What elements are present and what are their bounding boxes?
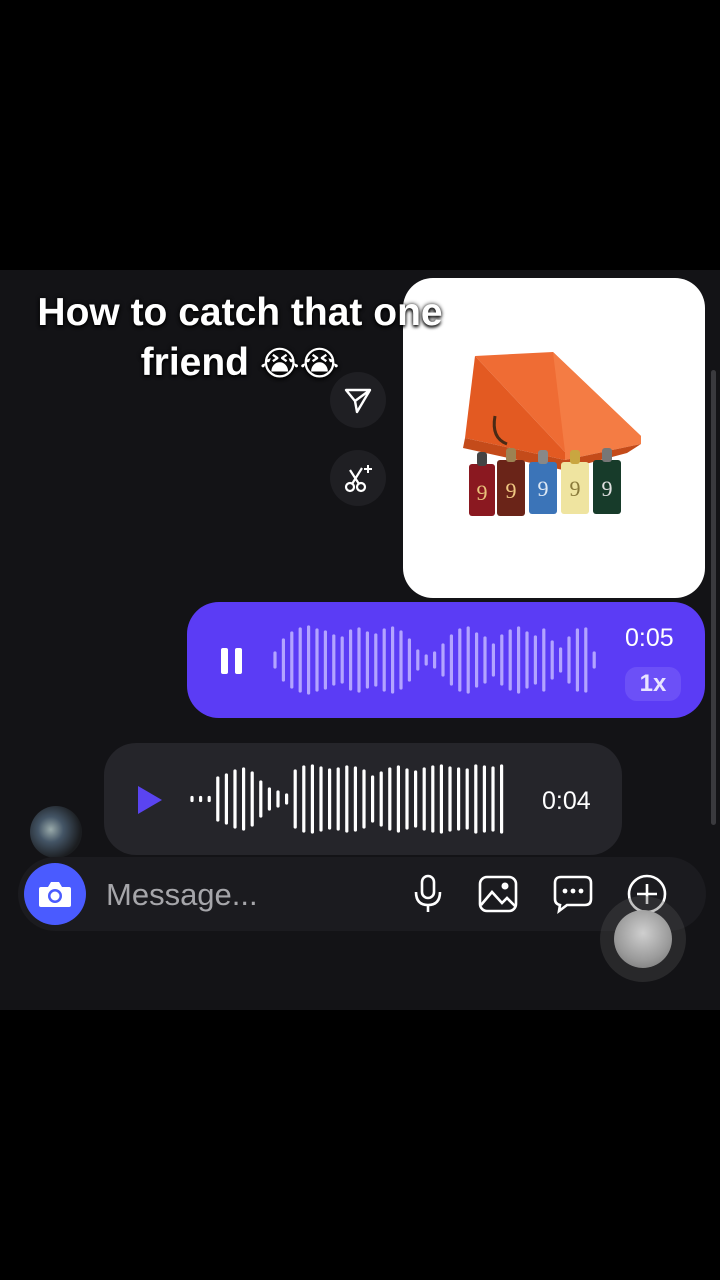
voice-record-button[interactable]: [403, 869, 453, 919]
contact-avatar[interactable]: [30, 806, 82, 858]
sent-voice-message[interactable]: 0:05 1x: [187, 602, 705, 718]
svg-text:9: 9: [538, 476, 549, 501]
sparkle-scissors-icon: [344, 465, 372, 493]
caption-line-1: How to catch that one: [37, 291, 443, 334]
video-caption: How to catch that one friend 😭😭: [20, 288, 460, 389]
chat-bubble-icon: [553, 875, 593, 914]
caption-line-2: friend: [140, 341, 250, 384]
chat-thread: 9 9 9 9 9 0:05 1x 0:04 How to catch that…: [0, 270, 720, 1010]
gallery-button[interactable]: [473, 869, 523, 919]
sticker-button[interactable]: [548, 869, 598, 919]
camera-button[interactable]: [24, 863, 86, 925]
quick-reply-button[interactable]: [330, 450, 386, 506]
crying-emoji: 😭😭: [259, 344, 340, 384]
svg-text:9: 9: [506, 478, 517, 503]
playback-speed-button[interactable]: 1x: [625, 667, 681, 701]
microphone-icon: [414, 874, 442, 912]
plus-icon: [627, 874, 667, 914]
received-voice-duration: 0:04: [542, 787, 591, 815]
svg-text:9: 9: [602, 476, 613, 501]
chat-scrollbar[interactable]: [711, 370, 716, 825]
play-icon[interactable]: [134, 783, 164, 817]
message-composer: [18, 857, 706, 931]
sent-waveform[interactable]: [271, 620, 601, 700]
touch-indicator: [614, 910, 672, 968]
received-voice-message[interactable]: 0:04: [104, 743, 622, 855]
message-input[interactable]: [104, 871, 398, 919]
sent-voice-duration: 0:05: [625, 624, 674, 652]
svg-text:9: 9: [570, 476, 581, 501]
pause-icon[interactable]: [217, 644, 247, 678]
svg-text:9: 9: [477, 480, 488, 505]
send-icon: [344, 388, 372, 414]
received-waveform[interactable]: [188, 759, 528, 839]
camera-icon: [39, 882, 71, 907]
image-icon: [478, 875, 518, 913]
